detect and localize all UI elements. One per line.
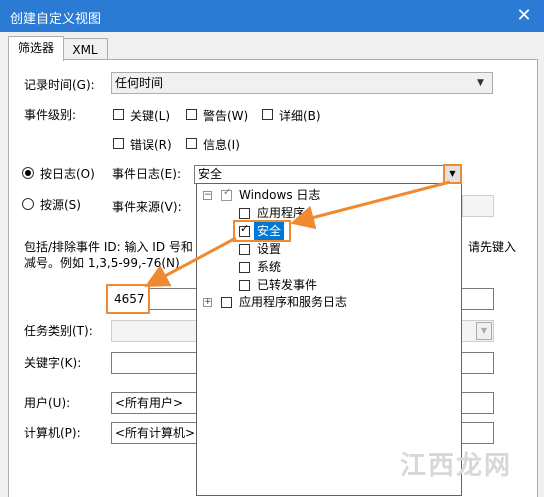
- event-id-value: 4657: [114, 292, 145, 306]
- windows-logs-label[interactable]: Windows 日志: [239, 186, 320, 204]
- level-warning-checkbox[interactable]: [186, 109, 197, 120]
- logged-select[interactable]: 任何时间: [111, 72, 493, 94]
- level-critical-checkbox[interactable]: [113, 109, 124, 120]
- collapse-icon[interactable]: −: [203, 191, 212, 200]
- level-warning-label: 警告(W): [203, 109, 249, 123]
- tab-xml[interactable]: XML: [62, 38, 108, 61]
- event-sources-label: 事件来源(V):: [112, 200, 182, 214]
- setup-checkbox[interactable]: [239, 244, 250, 255]
- logged-value: 任何时间: [115, 76, 164, 90]
- keywords-label: 关键字(K):: [24, 356, 82, 370]
- app-services-checkbox[interactable]: [221, 297, 232, 308]
- level-info-label: 信息(I): [203, 138, 240, 152]
- tree-item-forwarded[interactable]: 已转发事件: [257, 276, 317, 294]
- chevron-down-icon: ▼: [449, 169, 456, 178]
- tree-item-security[interactable]: 安全: [254, 222, 285, 240]
- event-logs-label: 事件日志(E):: [112, 167, 181, 181]
- event-logs-dropdown-button[interactable]: ▼: [443, 164, 462, 184]
- by-source-radio[interactable]: [22, 198, 34, 210]
- partial-check-icon: ✓: [223, 187, 232, 198]
- tree-item-app-services[interactable]: 应用程序和服务日志: [239, 293, 347, 311]
- system-checkbox[interactable]: [239, 262, 250, 273]
- by-log-radio[interactable]: [22, 167, 34, 179]
- level-verbose-label: 详细(B): [279, 109, 321, 123]
- by-source-label: 按源(S): [40, 198, 81, 212]
- tree-item-setup[interactable]: 设置: [257, 240, 281, 258]
- by-log-label: 按日志(O): [40, 167, 95, 181]
- plus-icon: +: [203, 297, 212, 307]
- chevron-down-icon: ▼: [476, 322, 492, 340]
- expand-icon[interactable]: +: [203, 298, 212, 307]
- forwarded-checkbox[interactable]: [239, 280, 250, 291]
- task-category-label: 任务类别(T):: [24, 324, 93, 338]
- logged-label: 记录时间(G):: [24, 78, 95, 92]
- application-checkbox[interactable]: [239, 208, 250, 219]
- chevron-down-icon: ▼: [477, 78, 484, 88]
- event-id-description: 包括/排除事件 ID: 输入 ID 号和: [24, 240, 193, 254]
- user-label: 用户(U):: [24, 396, 71, 410]
- event-id-description-right: 请先键入: [468, 240, 517, 254]
- check-icon: ✓: [240, 222, 250, 235]
- level-error-checkbox[interactable]: [113, 138, 124, 149]
- event-id-example: 减号。例如 1,3,5-99,-76(N): [24, 256, 180, 270]
- tab-filter[interactable]: 筛选器: [8, 36, 64, 61]
- computer-value: <所有计算机>: [115, 426, 196, 440]
- event-level-label: 事件级别:: [24, 108, 77, 122]
- watermark: 江西龙网: [399, 451, 512, 481]
- event-logs-value: 安全: [198, 167, 223, 181]
- event-id-highlight: 4657: [106, 284, 150, 314]
- level-verbose-checkbox[interactable]: [262, 109, 273, 120]
- title-bar: 创建自定义视图 ✕: [0, 0, 544, 32]
- event-logs-select[interactable]: 安全: [194, 165, 462, 184]
- level-error-label: 错误(R): [130, 138, 172, 152]
- level-critical-label: 关键(L): [130, 109, 171, 123]
- user-value: <所有用户>: [115, 396, 184, 410]
- event-sources-select-edge: [462, 195, 494, 217]
- level-info-checkbox[interactable]: [186, 138, 197, 149]
- minus-icon: −: [203, 190, 212, 200]
- close-icon[interactable]: ✕: [512, 4, 536, 28]
- tree-item-system[interactable]: 系统: [257, 258, 281, 276]
- window-title: 创建自定义视图: [10, 12, 102, 27]
- computer-label: 计算机(P):: [24, 426, 81, 440]
